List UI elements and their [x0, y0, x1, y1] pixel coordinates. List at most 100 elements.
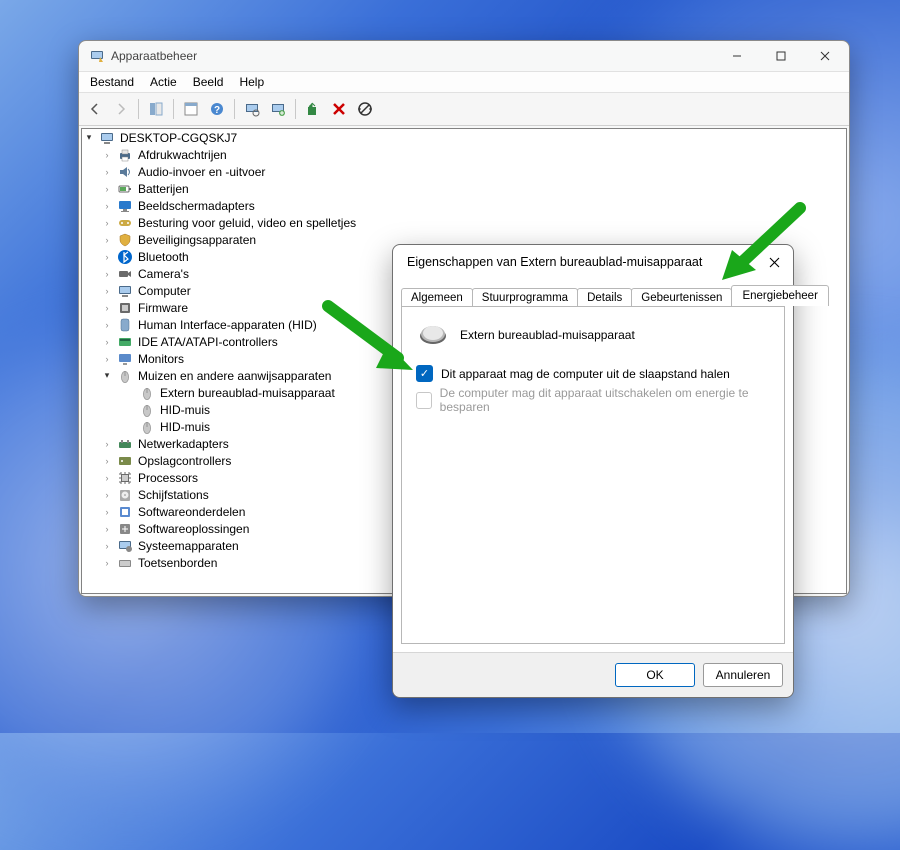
chevron-right-icon[interactable]: › [100, 148, 114, 162]
menu-action[interactable]: Actie [143, 72, 184, 92]
checkbox-wake-row[interactable]: ✓ Dit apparaat mag de computer uit de sl… [416, 365, 770, 382]
chevron-right-icon[interactable]: › [100, 216, 114, 230]
chevron-right-icon[interactable]: › [100, 233, 114, 247]
ok-button[interactable]: OK [615, 663, 695, 687]
category-label: Besturing voor geluid, video en spelletj… [136, 216, 358, 230]
swcomp-icon [117, 504, 133, 520]
keyboard-icon [117, 555, 133, 571]
chevron-right-icon[interactable]: › [100, 471, 114, 485]
chevron-right-icon[interactable]: › [100, 539, 114, 553]
show-hide-tree-button[interactable] [144, 97, 168, 121]
chevron-right-icon[interactable]: › [100, 556, 114, 570]
tree-category[interactable]: › Batterijen [82, 180, 846, 197]
chevron-right-icon[interactable]: › [100, 165, 114, 179]
device-label: HID-muis [158, 403, 212, 417]
gamectl-icon [117, 215, 133, 231]
maximize-button[interactable] [759, 41, 803, 71]
mouse-icon [139, 419, 155, 435]
category-label: Opslagcontrollers [136, 454, 233, 468]
close-button[interactable] [803, 41, 847, 71]
chevron-right-icon[interactable]: › [100, 488, 114, 502]
menu-view[interactable]: Beeld [186, 72, 231, 92]
menubar: Bestand Actie Beeld Help [79, 71, 849, 93]
chevron-right-icon[interactable]: › [100, 267, 114, 281]
menu-help[interactable]: Help [232, 72, 271, 92]
computer-icon [99, 130, 115, 146]
category-label: Muizen en andere aanwijsapparaten [136, 369, 333, 383]
chevron-right-icon[interactable]: › [100, 437, 114, 451]
chevron-right-icon[interactable]: › [100, 182, 114, 196]
storage-icon [117, 453, 133, 469]
menu-file[interactable]: Bestand [83, 72, 141, 92]
devmgr-title: Apparaatbeheer [111, 49, 715, 63]
devmgr-icon [89, 48, 105, 64]
chevron-right-icon[interactable]: › [100, 284, 114, 298]
add-hardware-button[interactable] [266, 97, 290, 121]
chevron-right-icon[interactable]: › [100, 250, 114, 264]
category-label: Systeemapparaten [136, 539, 241, 553]
mouse-icon [139, 385, 155, 401]
chevron-right-icon[interactable]: › [100, 301, 114, 315]
category-label: Afdrukwachtrijen [136, 148, 229, 162]
network-icon [117, 436, 133, 452]
chevron-right-icon[interactable]: › [100, 522, 114, 536]
checkbox-disable [416, 392, 432, 409]
battery-icon [117, 181, 133, 197]
category-label: Softwareoplossingen [136, 522, 251, 536]
chevron-right-icon[interactable]: › [100, 335, 114, 349]
devmgr-titlebar[interactable]: Apparaatbeheer [79, 41, 849, 71]
help-button[interactable]: ? [205, 97, 229, 121]
properties-dialog: Eigenschappen van Extern bureaublad-muis… [392, 244, 794, 698]
tree-category[interactable]: › Afdrukwachtrijen [82, 146, 846, 163]
tree-root[interactable]: ▾ DESKTOP-CGQSKJ7 [82, 129, 846, 146]
category-label: Softwareonderdelen [136, 505, 247, 519]
tab-driver[interactable]: Stuurprogramma [472, 288, 578, 307]
category-label: Beveiligingsapparaten [136, 233, 258, 247]
category-label: Human Interface-apparaten (HID) [136, 318, 319, 332]
scan-button[interactable] [240, 97, 264, 121]
category-label: Firmware [136, 301, 190, 315]
hid-icon [117, 317, 133, 333]
camera-icon [117, 266, 133, 282]
disable-button[interactable] [353, 97, 377, 121]
minimize-button[interactable] [715, 41, 759, 71]
highlight-arrow-left [318, 296, 428, 386]
ide-icon [117, 334, 133, 350]
checkbox-wake-label: Dit apparaat mag de computer uit de slaa… [441, 367, 730, 381]
cpu-icon [117, 470, 133, 486]
category-label: Camera's [136, 267, 191, 281]
chevron-right-icon[interactable]: › [100, 352, 114, 366]
properties-button[interactable] [179, 97, 203, 121]
tree-category[interactable]: › Audio-invoer en -uitvoer [82, 163, 846, 180]
disk-icon [117, 487, 133, 503]
device-name: Extern bureaublad-muisapparaat [460, 328, 635, 342]
monitor-icon [117, 351, 133, 367]
chevron-right-icon[interactable]: › [100, 199, 114, 213]
uninstall-button[interactable] [327, 97, 351, 121]
chevron-right-icon[interactable]: › [100, 454, 114, 468]
chevron-down-icon[interactable]: ▾ [100, 369, 114, 383]
tab-details[interactable]: Details [577, 288, 632, 307]
cancel-button[interactable]: Annuleren [703, 663, 783, 687]
root-label: DESKTOP-CGQSKJ7 [118, 131, 239, 145]
update-driver-button[interactable] [301, 97, 325, 121]
device-label: Extern bureaublad-muisapparaat [158, 386, 337, 400]
forward-button[interactable] [109, 97, 133, 121]
printer-icon [117, 147, 133, 163]
category-label: Toetsenborden [136, 556, 219, 570]
category-label: IDE ATA/ATAPI-controllers [136, 335, 280, 349]
back-button[interactable] [83, 97, 107, 121]
highlight-arrow-right [700, 198, 810, 298]
swsol-icon [117, 521, 133, 537]
category-label: Batterijen [136, 182, 191, 196]
svg-text:?: ? [214, 105, 220, 116]
category-label: Processors [136, 471, 200, 485]
category-label: Monitors [136, 352, 186, 366]
chevron-right-icon[interactable]: › [100, 505, 114, 519]
dialog-buttons: OK Annuleren [393, 652, 793, 697]
chevron-right-icon[interactable]: › [100, 318, 114, 332]
chevron-down-icon[interactable]: ▾ [82, 131, 96, 145]
security-icon [117, 232, 133, 248]
mouse-icon [139, 402, 155, 418]
category-label: Audio-invoer en -uitvoer [136, 165, 267, 179]
